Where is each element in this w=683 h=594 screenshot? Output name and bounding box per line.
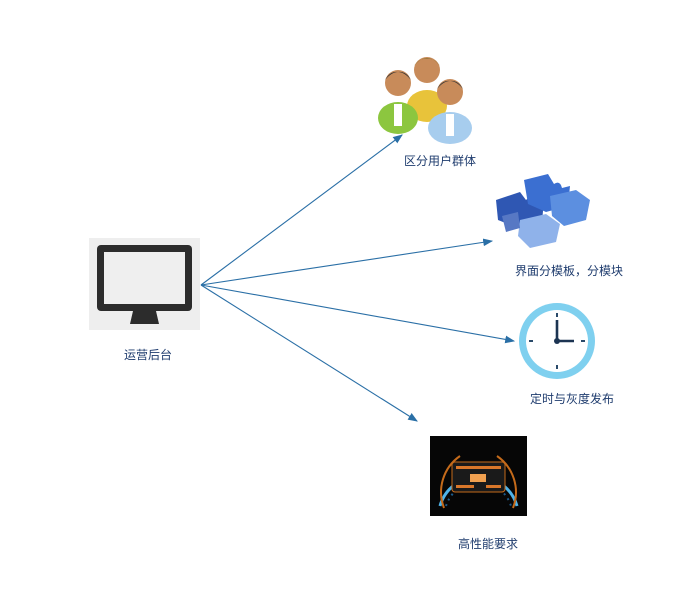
arrow-to-modules <box>200 238 494 286</box>
target-label-4: 高性能要求 <box>458 537 519 551</box>
speedometer-icon <box>430 436 527 516</box>
target-label-1: 区分用户群体 <box>404 154 477 168</box>
clock-icon <box>517 301 597 381</box>
users-group-icon <box>372 48 478 144</box>
arrow-to-release <box>200 284 516 344</box>
arrow-to-user-groups <box>200 134 403 286</box>
target-label-2: 界面分模板，分模块 <box>515 264 624 278</box>
target-label-3: 定时与灰度发布 <box>530 392 615 406</box>
monitor-icon <box>89 238 200 330</box>
source-label: 运营后台 <box>124 348 173 362</box>
arrow-to-performance <box>200 284 418 422</box>
puzzle-pieces-icon <box>490 170 596 250</box>
